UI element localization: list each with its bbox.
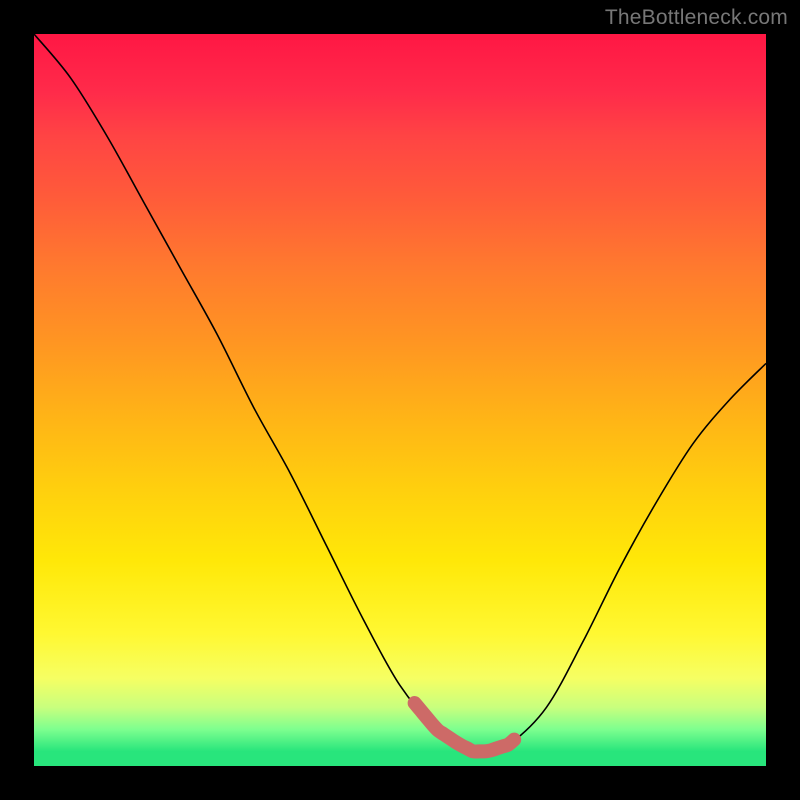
- chart-frame: TheBottleneck.com: [0, 0, 800, 800]
- plot-area: [34, 34, 766, 766]
- curve-highlight: [415, 703, 515, 752]
- watermark-text: TheBottleneck.com: [605, 6, 788, 30]
- curve-path: [34, 34, 766, 752]
- bottleneck-curve: [34, 34, 766, 766]
